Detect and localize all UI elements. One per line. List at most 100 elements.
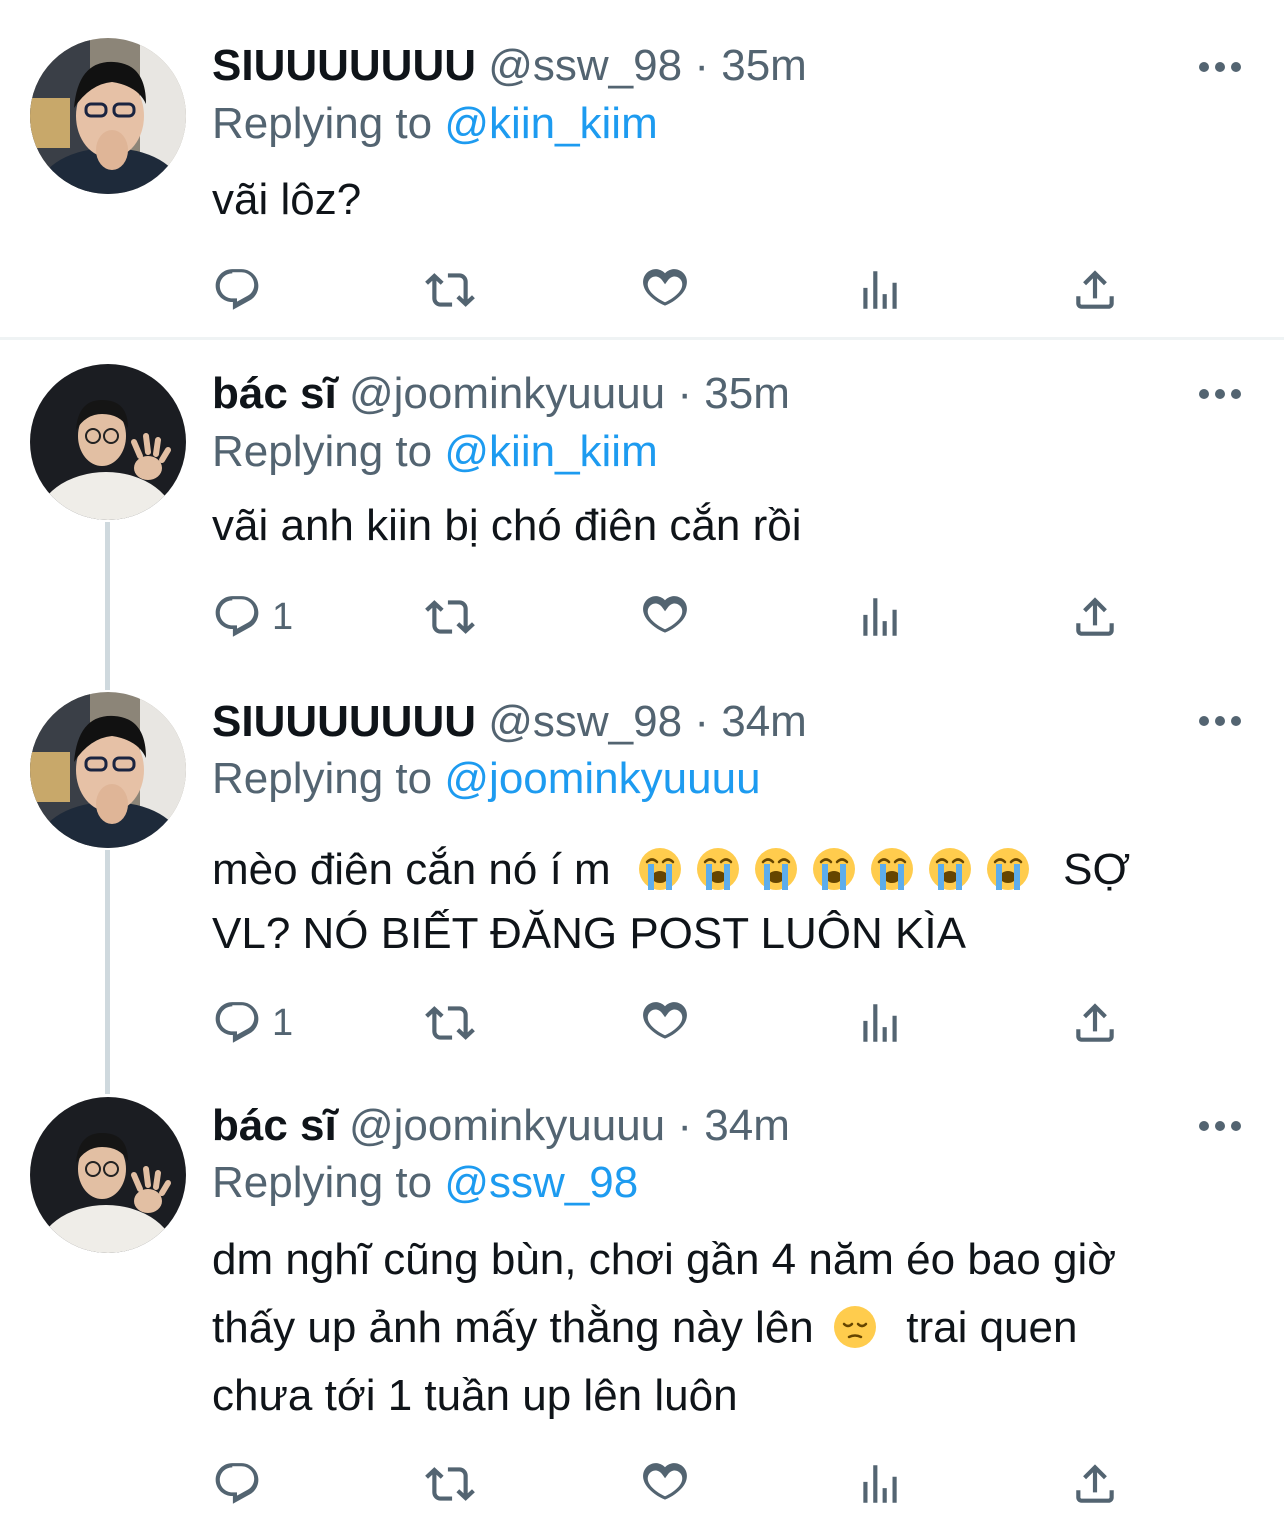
retweet-button[interactable] <box>425 1459 475 1509</box>
tweet[interactable]: SIUUUUUUU @ssw_98 · 35m Replying to @kii… <box>0 0 1284 340</box>
like-button[interactable] <box>640 265 690 315</box>
more-options-icon[interactable] <box>1198 60 1242 74</box>
replying-to: Replying to @kiin_kiim <box>212 98 658 150</box>
tweet[interactable]: SIUUUUUUU @ssw_98 · 34m Replying to @joo… <box>0 680 1284 1090</box>
share-button[interactable] <box>1070 998 1120 1048</box>
replying-label: Replying to <box>212 754 433 803</box>
tweet-text-line: dm nghĩ cũng bùn, chơi gần 4 năm éo bao … <box>212 1226 1242 1294</box>
timestamp[interactable]: 35m <box>721 41 807 90</box>
loudly-crying-face-emoji <box>753 846 799 892</box>
tweet-header: bác sĩ @joominkyuuuu · 35m <box>212 368 1184 420</box>
heart-icon <box>643 596 687 633</box>
separator: · <box>677 369 693 418</box>
tweet-actions: 1 <box>212 592 1132 642</box>
tweet-actions <box>212 1459 1132 1509</box>
reply-button[interactable]: 1 <box>212 998 293 1048</box>
reply-icon <box>215 269 259 310</box>
display-name[interactable]: SIUUUUUUU <box>212 41 476 90</box>
emoji-row <box>623 845 1043 894</box>
like-button[interactable] <box>640 1459 690 1509</box>
views-button[interactable] <box>855 998 905 1048</box>
retweet-button[interactable] <box>425 592 475 642</box>
replying-to: Replying to @ssw_98 <box>212 1157 638 1209</box>
like-button[interactable] <box>640 592 690 642</box>
views-icon <box>863 598 897 636</box>
reply-count: 1 <box>272 595 294 638</box>
tweet-header: SIUUUUUUU @ssw_98 · 34m <box>212 696 1184 748</box>
replying-label: Replying to <box>212 427 433 476</box>
views-icon <box>863 271 897 309</box>
handle[interactable]: @joominkyuuuu <box>349 1101 665 1150</box>
avatar[interactable] <box>30 692 186 848</box>
views-button[interactable] <box>855 1459 905 1509</box>
tweet-header: SIUUUUUUU @ssw_98 · 35m <box>212 40 1184 92</box>
display-name[interactable]: SIUUUUUUU <box>212 697 476 746</box>
reply-button[interactable] <box>212 1459 272 1509</box>
more-options-icon[interactable] <box>1198 1119 1242 1133</box>
tweet-text-line: VL? NÓ BIẾT ĐĂNG POST LUÔN KÌA <box>212 902 1242 966</box>
more-options-icon[interactable] <box>1198 714 1242 728</box>
tweet[interactable]: bác sĩ @joominkyuuuu · 35m Replying to @… <box>0 340 1284 680</box>
tweet-header: bác sĩ @joominkyuuuu · 34m <box>212 1100 1184 1152</box>
handle[interactable]: @joominkyuuuu <box>349 369 665 418</box>
reply-icon <box>215 1002 259 1043</box>
views-button[interactable] <box>855 265 905 315</box>
replying-mention[interactable]: @kiin_kiim <box>444 99 657 148</box>
replying-mention[interactable]: @joominkyuuuu <box>444 754 760 803</box>
replying-mention[interactable]: @kiin_kiim <box>444 427 657 476</box>
share-icon <box>1076 270 1114 309</box>
share-icon <box>1076 1003 1114 1042</box>
separator: · <box>694 697 709 746</box>
avatar[interactable] <box>30 1097 186 1253</box>
tweet-actions: 1 <box>212 998 1132 1048</box>
tweet-text: vãi lôz? <box>212 174 1242 226</box>
timestamp[interactable]: 35m <box>704 369 790 418</box>
handle[interactable]: @ssw_98 <box>488 697 682 746</box>
heart-icon <box>643 269 687 306</box>
share-button[interactable] <box>1070 1459 1120 1509</box>
handle[interactable]: @ssw_98 <box>488 41 682 90</box>
retweet-button[interactable] <box>425 998 475 1048</box>
tweet-actions <box>212 265 1132 315</box>
share-button[interactable] <box>1070 592 1120 642</box>
more-options-icon[interactable] <box>1198 387 1242 401</box>
share-icon <box>1076 597 1114 636</box>
separator: · <box>677 1101 693 1150</box>
reply-icon <box>215 1463 259 1504</box>
timestamp[interactable]: 34m <box>721 697 807 746</box>
reply-button[interactable]: 1 <box>212 592 293 642</box>
retweet-icon <box>425 273 475 307</box>
avatar[interactable] <box>30 38 186 194</box>
tweet-text-content: vãi anh kiin bị chó điên cắn rồi <box>212 501 802 550</box>
reply-thread: SIUUUUUUU @ssw_98 · 35m Replying to @kii… <box>0 0 1284 1529</box>
tweet-text-content: VL? NÓ BIẾT ĐĂNG POST LUÔN KÌA <box>212 909 966 958</box>
loudly-crying-face-emoji <box>695 846 741 892</box>
loudly-crying-face-emoji <box>927 846 973 892</box>
like-button[interactable] <box>640 998 690 1048</box>
reply-icon <box>215 596 259 637</box>
views-button[interactable] <box>855 592 905 642</box>
tweet-text: vãi anh kiin bị chó điên cắn rồi <box>212 500 1242 552</box>
retweet-button[interactable] <box>425 265 475 315</box>
timestamp[interactable]: 34m <box>704 1101 790 1150</box>
replying-to: Replying to @joominkyuuuu <box>212 753 761 805</box>
pensive-face-emoji <box>832 1302 878 1348</box>
tweet-text-line: chưa tới 1 tuần up lên luôn <box>212 1362 1242 1430</box>
replying-mention[interactable]: @ssw_98 <box>444 1158 638 1207</box>
retweet-icon <box>425 1467 475 1501</box>
tweet-text-content: vãi lôz? <box>212 175 362 224</box>
tweet[interactable]: bác sĩ @joominkyuuuu · 34m Replying to @… <box>0 1090 1284 1529</box>
share-button[interactable] <box>1070 265 1120 315</box>
tweet-text-line: thấy up ảnh mấy thằng này lên trai quen <box>212 1294 1242 1362</box>
views-icon <box>863 1004 897 1042</box>
tweet-text-content: mèo điên cắn nó í m <box>212 845 611 894</box>
reply-button[interactable] <box>212 265 272 315</box>
retweet-icon <box>425 600 475 634</box>
display-name[interactable]: bác sĩ <box>212 369 337 418</box>
loudly-crying-face-emoji <box>869 846 915 892</box>
avatar[interactable] <box>30 364 186 520</box>
separator: · <box>694 41 709 90</box>
tweet-text-line: mèo điên cắn nó í m SỢ <box>212 838 1242 902</box>
tweet-text: mèo điên cắn nó í m SỢ VL? NÓ BIẾT ĐĂNG … <box>212 838 1242 966</box>
display-name[interactable]: bác sĩ <box>212 1101 337 1150</box>
